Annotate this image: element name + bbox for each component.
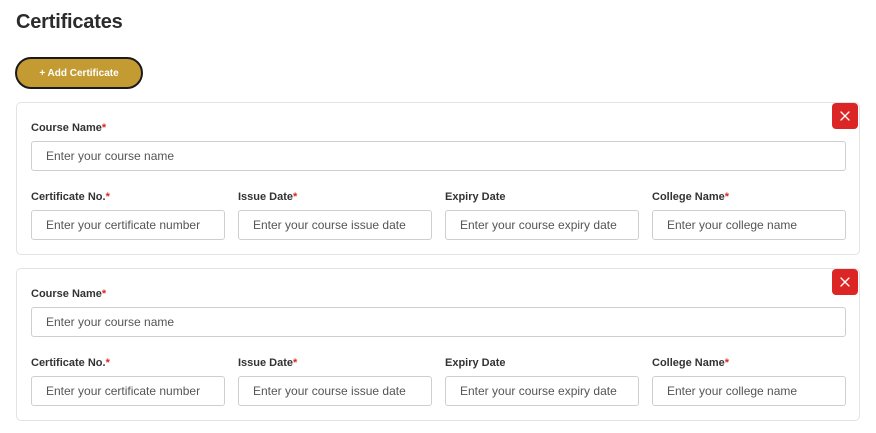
college-name-label: College Name* [652,191,730,203]
college-name-input[interactable] [652,376,846,406]
expiry-date-label: Expiry Date [445,191,506,203]
certificate-card: Course Name* Certificate No.* Issue Date… [16,268,860,421]
course-name-input[interactable] [31,141,846,171]
required-marker: * [724,191,730,203]
course-name-input[interactable] [31,307,846,337]
course-name-label: Course Name* [31,288,107,300]
certificate-number-label: Certificate No.* [31,357,110,369]
certificate-number-input[interactable] [31,376,225,406]
required-marker: * [101,288,107,300]
required-marker: * [293,191,298,203]
college-name-label: College Name* [652,357,730,369]
required-marker: * [724,357,730,369]
issue-date-input[interactable] [238,210,432,240]
required-marker: * [293,357,298,369]
required-marker: * [105,191,110,203]
expiry-date-input[interactable] [445,376,639,406]
required-marker: * [105,357,110,369]
expiry-date-label: Expiry Date [445,357,506,369]
course-name-label: Course Name* [31,122,107,134]
page-title: Certificates [16,11,123,33]
issue-date-label: Issue Date* [238,357,298,369]
issue-date-label: Issue Date* [238,191,298,203]
remove-certificate-button[interactable] [832,269,858,295]
certificate-number-label: Certificate No.* [31,191,110,203]
remove-certificate-button[interactable] [832,103,858,129]
certificate-card: Course Name* Certificate No.* Issue Date… [16,102,860,255]
add-certificate-button[interactable]: + Add Certificate [15,57,143,89]
close-icon [840,111,850,121]
certificate-number-input[interactable] [31,210,225,240]
issue-date-input[interactable] [238,376,432,406]
required-marker: * [101,122,107,134]
close-icon [840,277,850,287]
expiry-date-input[interactable] [445,210,639,240]
college-name-input[interactable] [652,210,846,240]
